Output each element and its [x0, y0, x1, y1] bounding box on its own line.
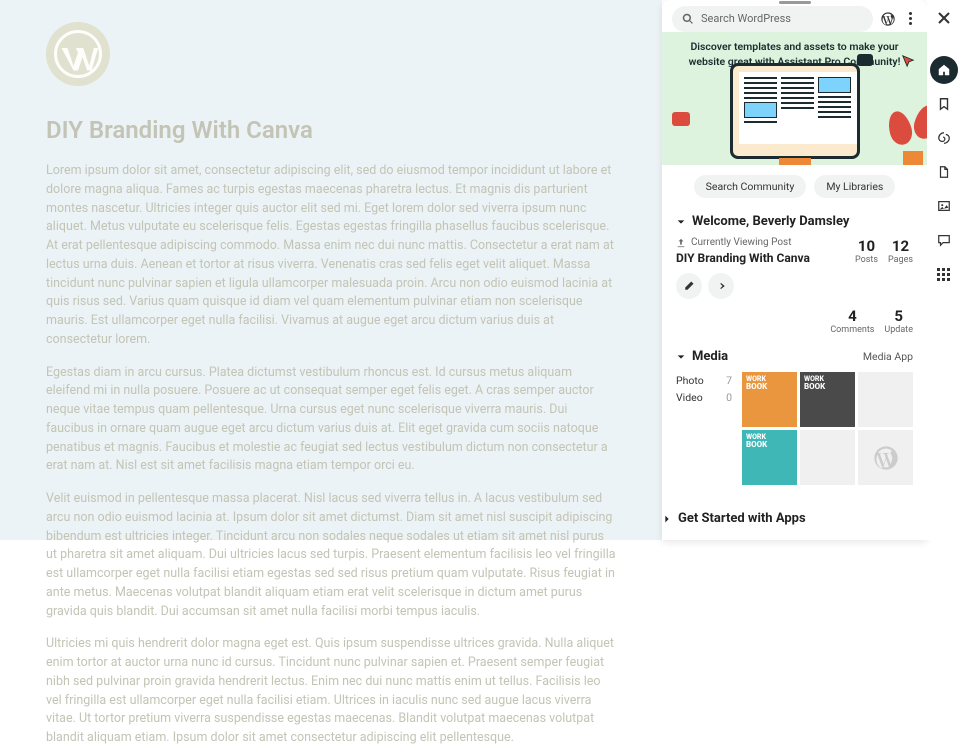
post-paragraph: Ultricies mi quis hendrerit dolor magna …: [46, 635, 616, 748]
more-menu-icon[interactable]: [903, 12, 917, 25]
hero-actions: Search Community My Libraries: [662, 165, 927, 208]
edit-button[interactable]: [676, 273, 702, 299]
app-rail: [927, 0, 960, 540]
search-icon: [682, 13, 694, 25]
media-app-link[interactable]: Media App: [863, 350, 913, 363]
page-main: DIY Branding With Canva Lorem ipsum dolo…: [0, 0, 662, 540]
plant-illustration: [889, 105, 927, 165]
apps-section: Get Started with Apps: [662, 495, 927, 540]
upload-icon: [676, 238, 686, 248]
media-thumb[interactable]: WORKBOOK: [800, 372, 855, 427]
welcome-section: Welcome, Beverly Damsley Currently Viewi…: [662, 208, 927, 343]
current-post-title: DIY Branding With Canva: [676, 251, 845, 265]
search-input[interactable]: Search WordPress: [672, 6, 873, 32]
rail-image-icon[interactable]: [930, 192, 958, 220]
media-thumb[interactable]: [800, 430, 855, 485]
assistant-panel: Search WordPress Discover templates and …: [662, 0, 927, 540]
panel-toolbar: Search WordPress: [662, 5, 927, 33]
speech-bubble-icon: [857, 54, 873, 66]
post-paragraph: Velit euismod in pellentesque massa plac…: [46, 490, 616, 621]
go-button[interactable]: [708, 273, 734, 299]
rail-swirl-icon[interactable]: [930, 124, 958, 152]
stat-pages[interactable]: 12 Pages: [888, 237, 913, 299]
rail-apps-icon[interactable]: [930, 260, 958, 288]
stat-posts[interactable]: 10 Posts: [855, 237, 878, 299]
stat-updates[interactable]: 5 Update: [884, 307, 913, 335]
monitor-illustration: [730, 63, 860, 159]
media-thumbnails: WORKBOOK WORKBOOK WORKBOOK: [742, 372, 913, 485]
media-section: Media Media App Photo7 Video0 WORKBOOK W…: [662, 343, 927, 495]
wordpress-logo: [46, 22, 110, 86]
rail-document-icon[interactable]: [930, 158, 958, 186]
chevron-down-icon[interactable]: [676, 217, 686, 227]
welcome-heading: Welcome, Beverly Damsley: [692, 214, 849, 229]
my-libraries-button[interactable]: My Libraries: [814, 175, 895, 198]
hero-banner: Discover templates and assets to make yo…: [662, 32, 927, 165]
post-title: DIY Branding With Canva: [46, 116, 616, 144]
speech-bubble-icon: [672, 112, 690, 126]
rail-home-icon[interactable]: [930, 56, 958, 84]
cursor-icon: [901, 54, 915, 68]
media-filters: Photo7 Video0: [676, 372, 732, 485]
close-icon[interactable]: [936, 10, 952, 26]
chevron-down-icon[interactable]: [676, 352, 686, 362]
media-thumb[interactable]: [858, 372, 913, 427]
wordpress-icon[interactable]: [880, 11, 896, 27]
currently-viewing-label: Currently Viewing Post: [676, 237, 845, 248]
media-thumb[interactable]: [858, 430, 913, 485]
rail-bookmark-icon[interactable]: [930, 90, 958, 118]
chevron-right-icon[interactable]: [662, 514, 672, 524]
apps-heading: Get Started with Apps: [678, 511, 806, 526]
media-thumb[interactable]: WORKBOOK: [742, 372, 797, 427]
rail-comment-icon[interactable]: [930, 226, 958, 254]
filter-photo[interactable]: Photo7: [676, 372, 732, 389]
post-paragraph: Lorem ipsum dolor sit amet, consectetur …: [46, 162, 616, 350]
post-paragraph: Egestas diam in arcu cursus. Platea dict…: [46, 364, 616, 477]
filter-video[interactable]: Video0: [676, 389, 732, 406]
search-placeholder: Search WordPress: [701, 12, 791, 25]
media-thumb[interactable]: WORKBOOK: [742, 430, 797, 485]
search-community-button[interactable]: Search Community: [694, 175, 807, 198]
stat-comments[interactable]: 4 Comments: [830, 307, 874, 335]
media-heading: Media: [692, 349, 728, 364]
